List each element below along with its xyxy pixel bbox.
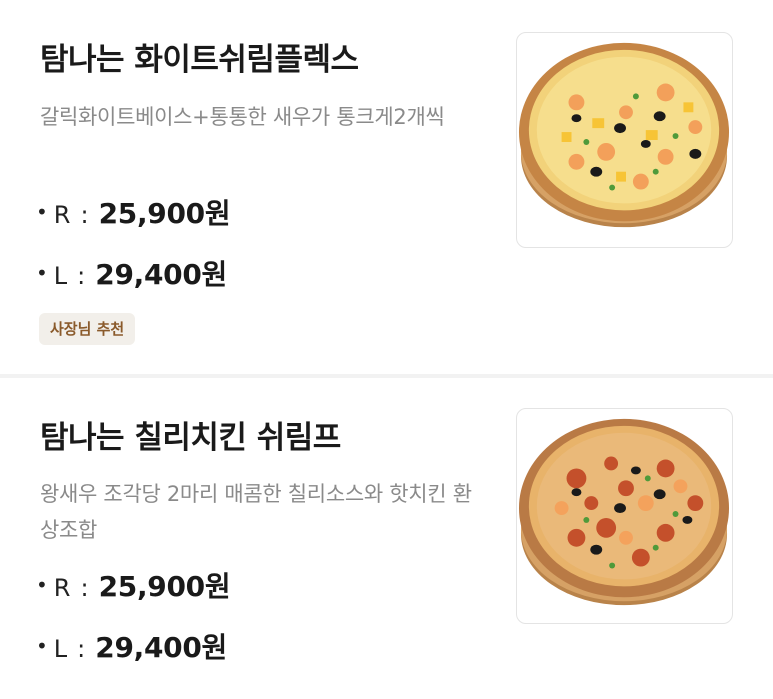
- menu-item-title: 탐나는 칠리치킨 쉬림프: [40, 420, 341, 456]
- menu-item-title: 탐나는 화이트쉬림플렉스: [40, 42, 359, 78]
- size-label: L: [53, 262, 68, 290]
- colon: :: [77, 262, 86, 290]
- menu-item-white-shrimplex[interactable]: 탐나는 화이트쉬림플렉스 갈릭화이트베이스+통통한 새우가 통크게2개씩 • R…: [0, 0, 773, 374]
- price-amount: 25,900원: [98, 197, 231, 230]
- bullet: •: [36, 634, 48, 658]
- pizza-white-shrimp-icon: [518, 42, 730, 228]
- colon: :: [80, 574, 89, 602]
- price-amount: 25,900원: [98, 570, 231, 603]
- menu-item-chili-chicken-shrimp[interactable]: 탐나는 칠리치킨 쉬림프 왕새우 조각당 2마리 매콤한 칠리소스와 핫치킨 환…: [0, 378, 773, 699]
- pizza-image[interactable]: [516, 408, 733, 624]
- colon: :: [80, 201, 89, 229]
- bullet: •: [36, 261, 48, 285]
- size-label: L: [53, 635, 68, 663]
- pizza-chili-chicken-icon: [518, 418, 730, 606]
- size-label: R: [53, 201, 71, 229]
- recommend-badge: 사장님 추천: [39, 313, 136, 345]
- price-row-large: • L : 29,400원: [36, 626, 227, 666]
- colon: :: [77, 635, 86, 663]
- menu-item-description: 갈릭화이트베이스+통통한 새우가 통크게2개씩: [40, 105, 445, 129]
- price-amount: 29,400원: [95, 631, 227, 664]
- size-label: R: [53, 574, 71, 602]
- price-row-regular: • R : 25,900원: [36, 565, 231, 605]
- menu-list: 탐나는 화이트쉬림플렉스 갈릭화이트베이스+통통한 새우가 통크게2개씩 • R…: [0, 0, 773, 699]
- pizza-image[interactable]: [516, 32, 733, 248]
- price-amount: 29,400원: [95, 258, 227, 291]
- menu-item-description: 왕새우 조각당 2마리 매콤한 칠리소스와 핫치킨 환상조합: [40, 482, 472, 542]
- bullet: •: [36, 573, 48, 597]
- price-row-regular: • R : 25,900원: [36, 192, 231, 232]
- bullet: •: [36, 200, 48, 224]
- price-row-large: • L : 29,400원: [36, 253, 227, 293]
